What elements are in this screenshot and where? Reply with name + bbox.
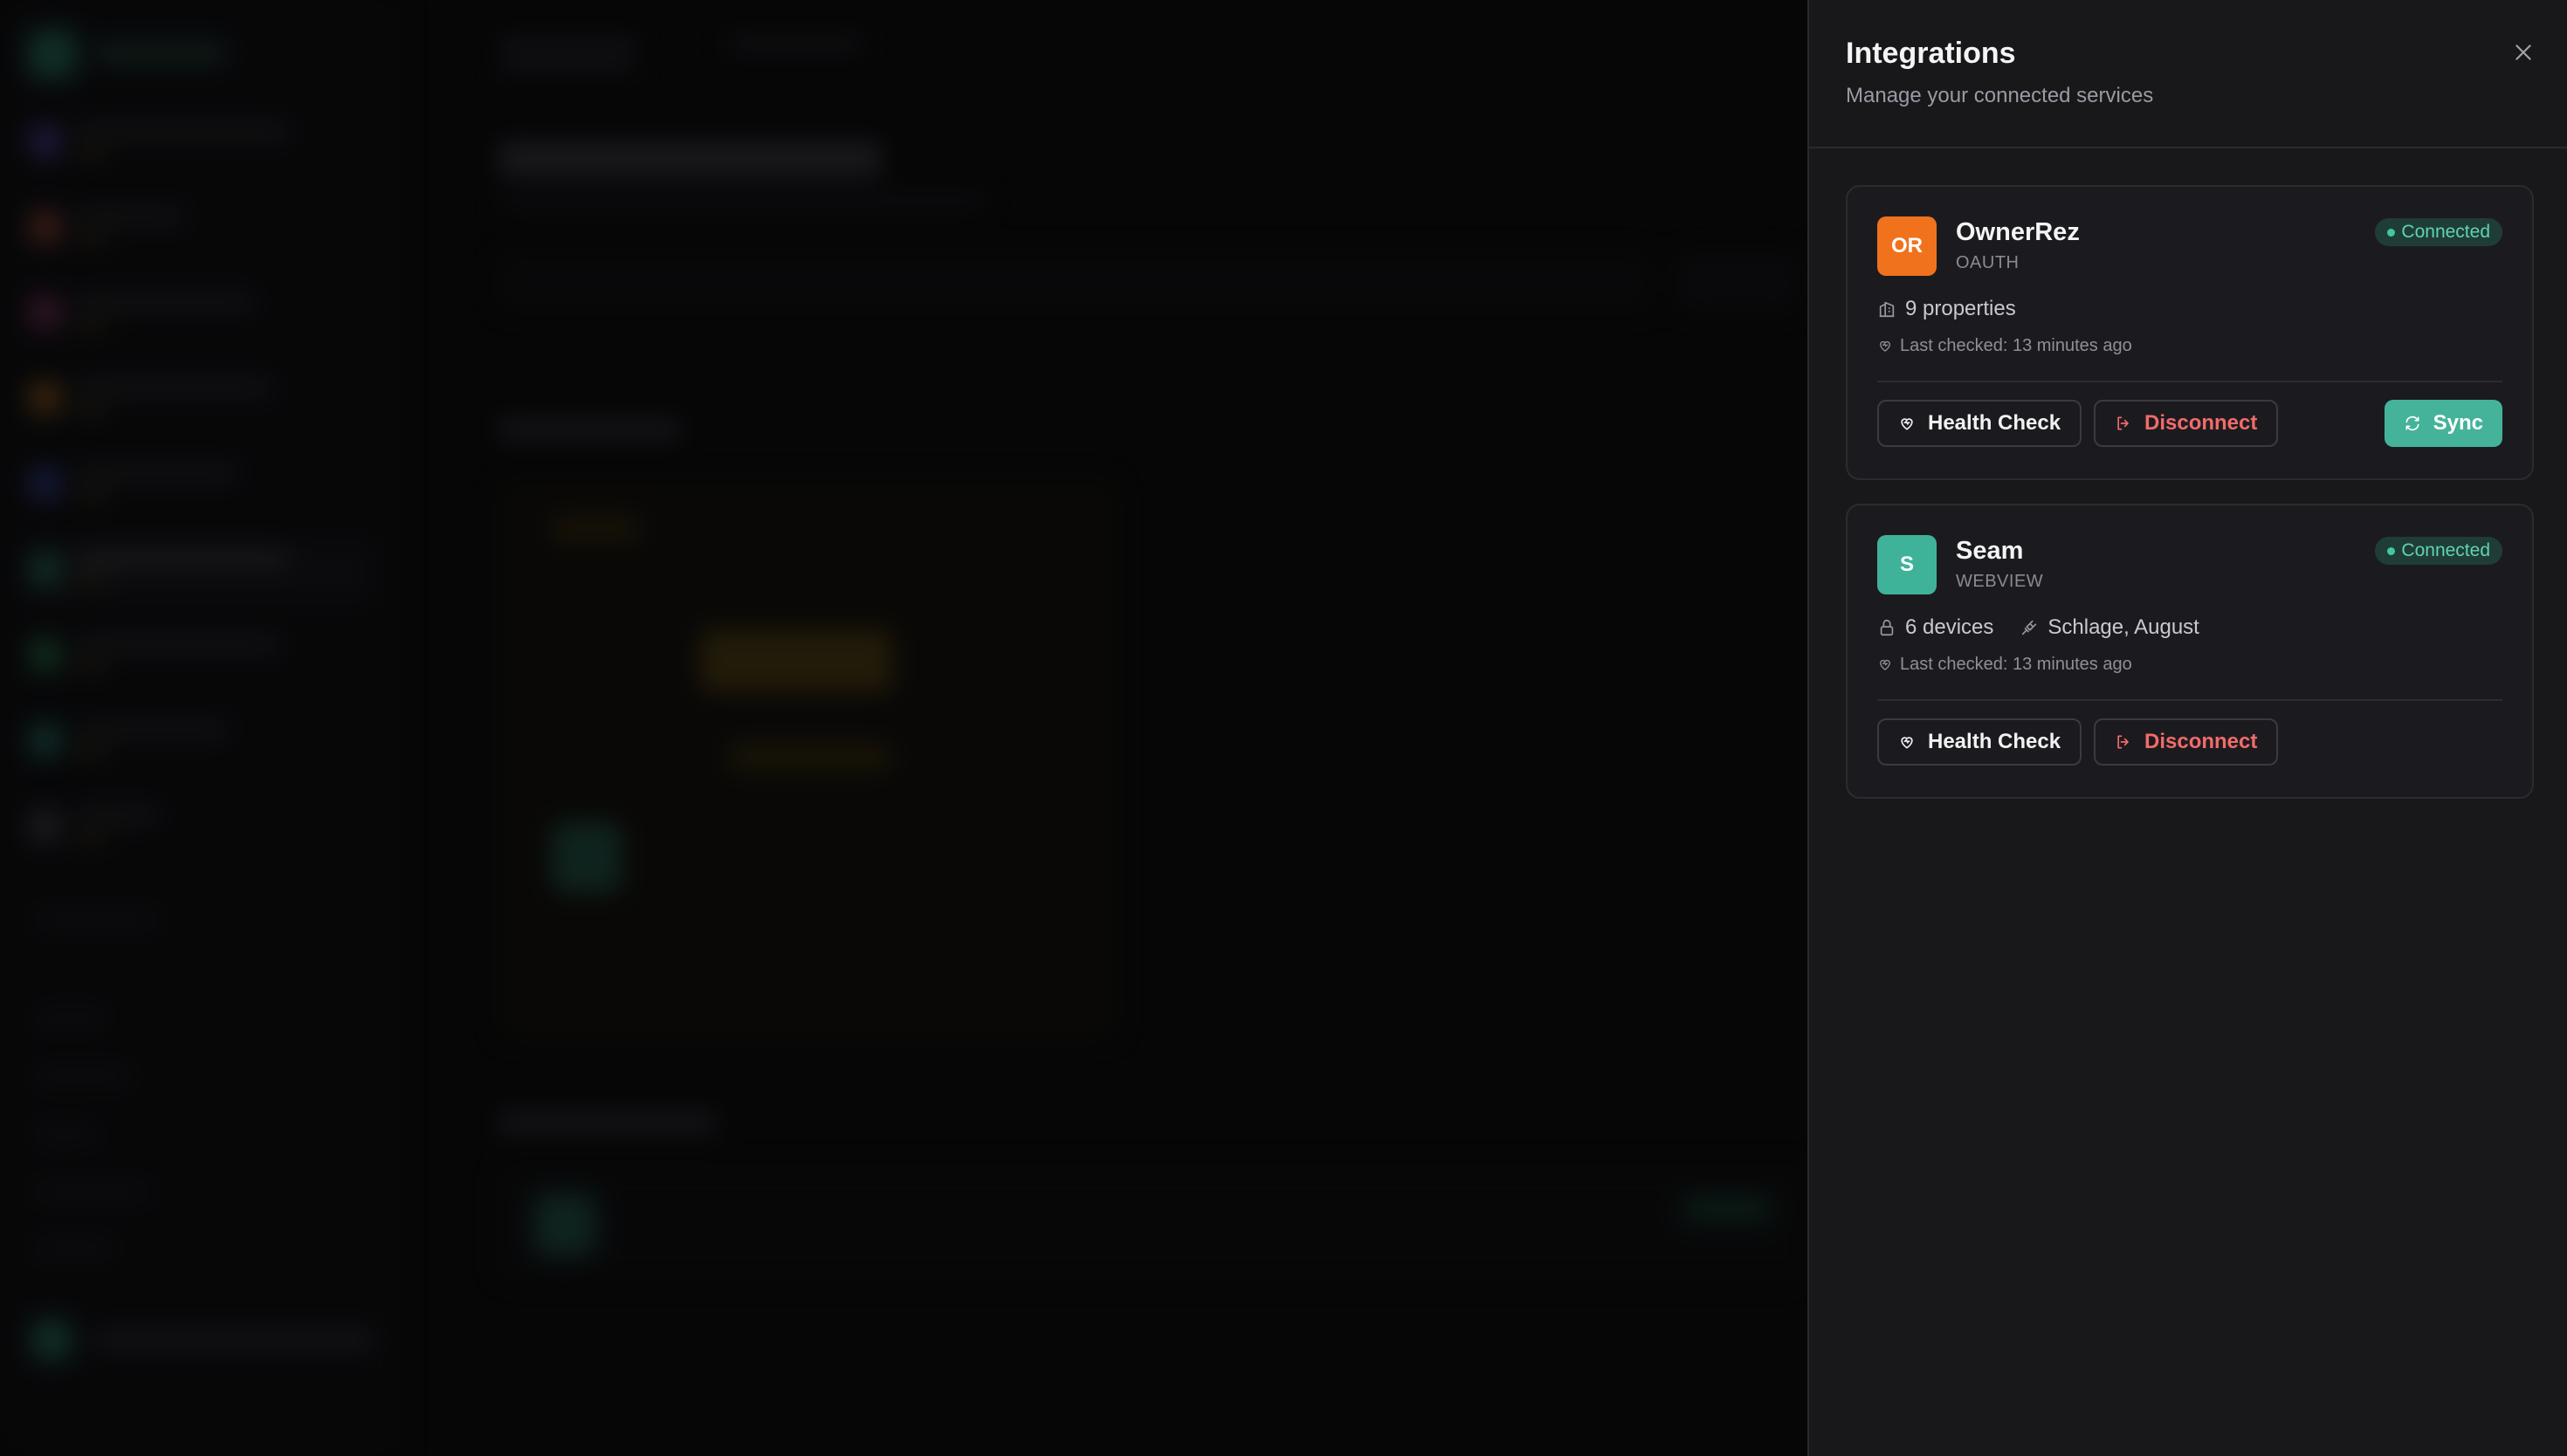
logout-icon <box>2117 735 2129 749</box>
disconnect-label: Disconnect <box>2144 411 2258 435</box>
disconnect-button[interactable]: Disconnect <box>2094 400 2279 447</box>
panel-subtitle: Manage your connected services <box>1846 84 2154 107</box>
meta-item-devices: 6 devices <box>1877 615 1993 640</box>
status-label: Connected <box>2401 222 2490 242</box>
health-check-label: Health Check <box>1928 411 2061 435</box>
service-meta: 9 properties <box>1877 295 2042 323</box>
service-avatar: S <box>1877 535 1937 594</box>
service-avatar: OR <box>1877 216 1937 276</box>
last-checked-text: Last checked: 13 minutes ago <box>1900 654 2132 674</box>
service-meta: 6 devices Schlage, August <box>1877 614 2226 642</box>
close-icon <box>2515 45 2531 60</box>
sync-button[interactable]: Sync <box>2384 400 2502 447</box>
status-dot-icon <box>2387 547 2396 555</box>
disconnect-button[interactable]: Disconnect <box>2094 718 2279 766</box>
heart-pulse-icon <box>1901 418 1913 430</box>
close-button[interactable] <box>2504 33 2543 72</box>
last-checked-text: Last checked: 13 minutes ago <box>1900 335 2132 355</box>
modal-overlay[interactable] <box>0 0 1807 1456</box>
plug-icon <box>2022 620 2037 635</box>
refresh-icon <box>2405 416 2419 431</box>
service-name: OwnerRez <box>1956 218 2080 246</box>
last-checked: Last checked: 13 minutes ago <box>1877 652 2132 676</box>
health-check-label: Health Check <box>1928 730 2061 753</box>
service-auth-type: WEBVIEW <box>1956 572 2044 591</box>
card-divider <box>1877 699 2502 701</box>
status-badge: Connected <box>2375 537 2502 565</box>
integration-card-seam: S Seam WEBVIEW Connected 6 devices Schla… <box>1846 504 2534 799</box>
sync-label: Sync <box>2433 411 2483 435</box>
panel-header: Integrations Manage your connected servi… <box>1809 0 2567 148</box>
status-label: Connected <box>2401 540 2490 560</box>
status-badge: Connected <box>2375 218 2502 246</box>
card-divider <box>1877 381 2502 382</box>
panel-title: Integrations <box>1846 37 2016 70</box>
integration-card-ownerrez: OR OwnerRez OAUTH Connected 9 properties… <box>1846 185 2534 480</box>
heart-pulse-icon <box>1880 340 1890 352</box>
heart-pulse-icon <box>1880 659 1890 670</box>
last-checked: Last checked: 13 minutes ago <box>1877 333 2132 358</box>
meta-text: Schlage, August <box>2047 615 2199 639</box>
meta-text: 9 properties <box>1905 297 2016 320</box>
logout-icon <box>2117 416 2129 430</box>
meta-item-brands: Schlage, August <box>2020 615 2199 640</box>
health-check-button[interactable]: Health Check <box>1877 718 2082 766</box>
lock-icon <box>1880 619 1894 636</box>
status-dot-icon <box>2387 229 2396 237</box>
meta-item-properties: 9 properties <box>1877 297 2016 321</box>
service-auth-type: OAUTH <box>1956 253 2020 272</box>
heart-pulse-icon <box>1901 737 1913 749</box>
service-name: Seam <box>1956 537 2024 565</box>
integrations-panel: Integrations Manage your connected servi… <box>1807 0 2567 1456</box>
health-check-button[interactable]: Health Check <box>1877 400 2082 447</box>
building-icon <box>1879 301 1895 318</box>
disconnect-label: Disconnect <box>2144 730 2258 753</box>
meta-text: 6 devices <box>1905 615 1994 639</box>
